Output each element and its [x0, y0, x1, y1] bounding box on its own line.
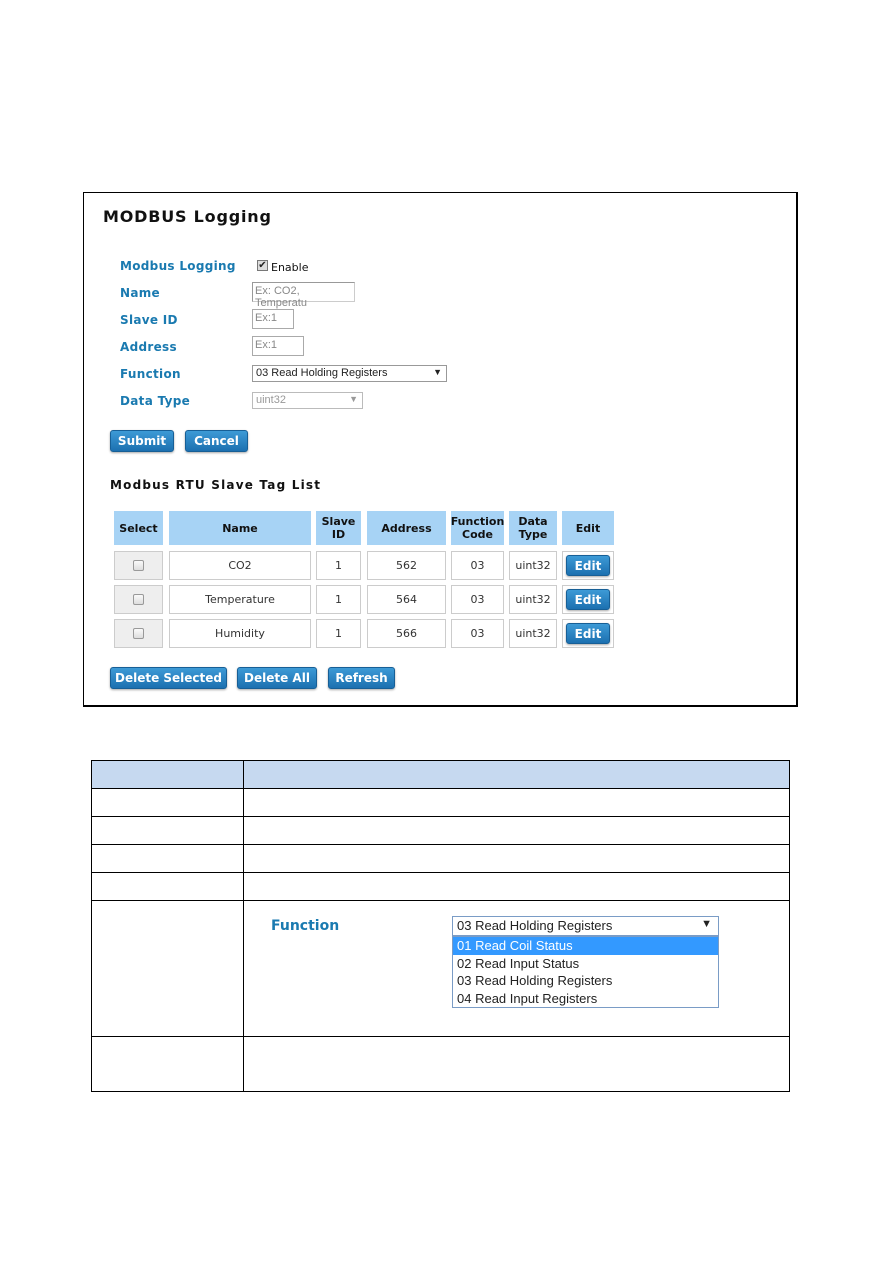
cell-name: Temperature	[169, 585, 311, 614]
enable-checkbox[interactable]: ✔	[257, 260, 268, 271]
function-option[interactable]: 03 Read Holding Registers	[453, 972, 718, 990]
description-row	[91, 788, 790, 817]
cell-name: CO2	[169, 551, 311, 580]
function-select-value: 03 Read Holding Registers	[256, 367, 388, 379]
data-type-label: Data Type	[120, 394, 191, 408]
cell-data-type: uint32	[509, 585, 557, 614]
row-select-checkbox[interactable]	[133, 594, 144, 605]
row-select-checkbox[interactable]	[133, 628, 144, 639]
header-select: Select	[114, 511, 163, 545]
cell-slave-id: 1	[316, 585, 361, 614]
function-select[interactable]: 03 Read Holding Registers ▼	[252, 365, 447, 382]
enable-label: Enable	[271, 261, 309, 274]
description-row	[91, 844, 790, 873]
cell-address: 562	[367, 551, 446, 580]
header-name: Name	[169, 511, 311, 545]
function-example-label: Function	[271, 918, 340, 934]
row-select-checkbox[interactable]	[133, 560, 144, 571]
cell-data-type: uint32	[509, 619, 557, 648]
function-label: Function	[120, 367, 181, 381]
cell-function-code: 03	[451, 619, 504, 648]
tag-list-title: Modbus RTU Slave Tag List	[110, 478, 322, 492]
description-row	[91, 872, 790, 901]
function-example-select[interactable]: 03 Read Holding Registers ▼	[452, 916, 719, 936]
row-select-cell	[114, 585, 163, 614]
row-edit-cell: Edit	[562, 585, 614, 614]
cell-function-code: 03	[451, 551, 504, 580]
function-option[interactable]: 02 Read Input Status	[453, 955, 718, 973]
cell-slave-id: 1	[316, 551, 361, 580]
header-data-type: Data Type	[509, 511, 557, 545]
dropdown-arrow-icon: ▼	[349, 394, 358, 404]
edit-button[interactable]: Edit	[566, 623, 610, 644]
slave-id-label: Slave ID	[120, 313, 178, 327]
header-edit: Edit	[562, 511, 614, 545]
row-select-cell	[114, 551, 163, 580]
cell-name: Humidity	[169, 619, 311, 648]
edit-button[interactable]: Edit	[566, 555, 610, 576]
cell-data-type: uint32	[509, 551, 557, 580]
description-row	[91, 816, 790, 845]
description-table-header	[91, 760, 790, 789]
address-input[interactable]: Ex:1	[252, 336, 304, 356]
address-label: Address	[120, 340, 177, 354]
cell-slave-id: 1	[316, 619, 361, 648]
dropdown-arrow-icon: ▼	[701, 918, 712, 930]
check-icon: ✔	[258, 260, 267, 271]
slave-id-input[interactable]: Ex:1	[252, 309, 294, 329]
delete-all-button[interactable]: Delete All	[237, 667, 317, 689]
row-edit-cell: Edit	[562, 619, 614, 648]
function-option[interactable]: 04 Read Input Registers	[453, 990, 718, 1008]
row-select-cell	[114, 619, 163, 648]
row-edit-cell: Edit	[562, 551, 614, 580]
submit-button[interactable]: Submit	[110, 430, 174, 452]
cell-address: 564	[367, 585, 446, 614]
header-function-code: Function Code	[451, 511, 504, 545]
name-label: Name	[120, 286, 160, 300]
name-input[interactable]: Ex: CO2, Temperatu	[252, 282, 355, 309]
cell-function-code: 03	[451, 585, 504, 614]
page-title: MODBUS Logging	[103, 207, 272, 226]
data-type-select[interactable]: uint32 ▼	[252, 392, 363, 409]
modbus-logging-label: Modbus Logging	[120, 259, 236, 273]
modbus-logging-screenshot: MODBUS Logging Modbus Logging ✔ Enable N…	[83, 192, 798, 707]
function-options-list: 01 Read Coil Status 02 Read Input Status 0…	[452, 936, 719, 1008]
function-example-value: 03 Read Holding Registers	[457, 918, 613, 933]
cell-address: 566	[367, 619, 446, 648]
dropdown-arrow-icon: ▼	[433, 367, 442, 377]
data-type-select-value: uint32	[256, 394, 286, 406]
description-row	[91, 1036, 790, 1092]
cancel-button[interactable]: Cancel	[185, 430, 248, 452]
delete-selected-button[interactable]: Delete Selected	[110, 667, 227, 689]
function-option[interactable]: 01 Read Coil Status	[453, 937, 718, 955]
header-address: Address	[367, 511, 446, 545]
edit-button[interactable]: Edit	[566, 589, 610, 610]
header-slave-id: Slave ID	[316, 511, 361, 545]
refresh-button[interactable]: Refresh	[328, 667, 395, 689]
